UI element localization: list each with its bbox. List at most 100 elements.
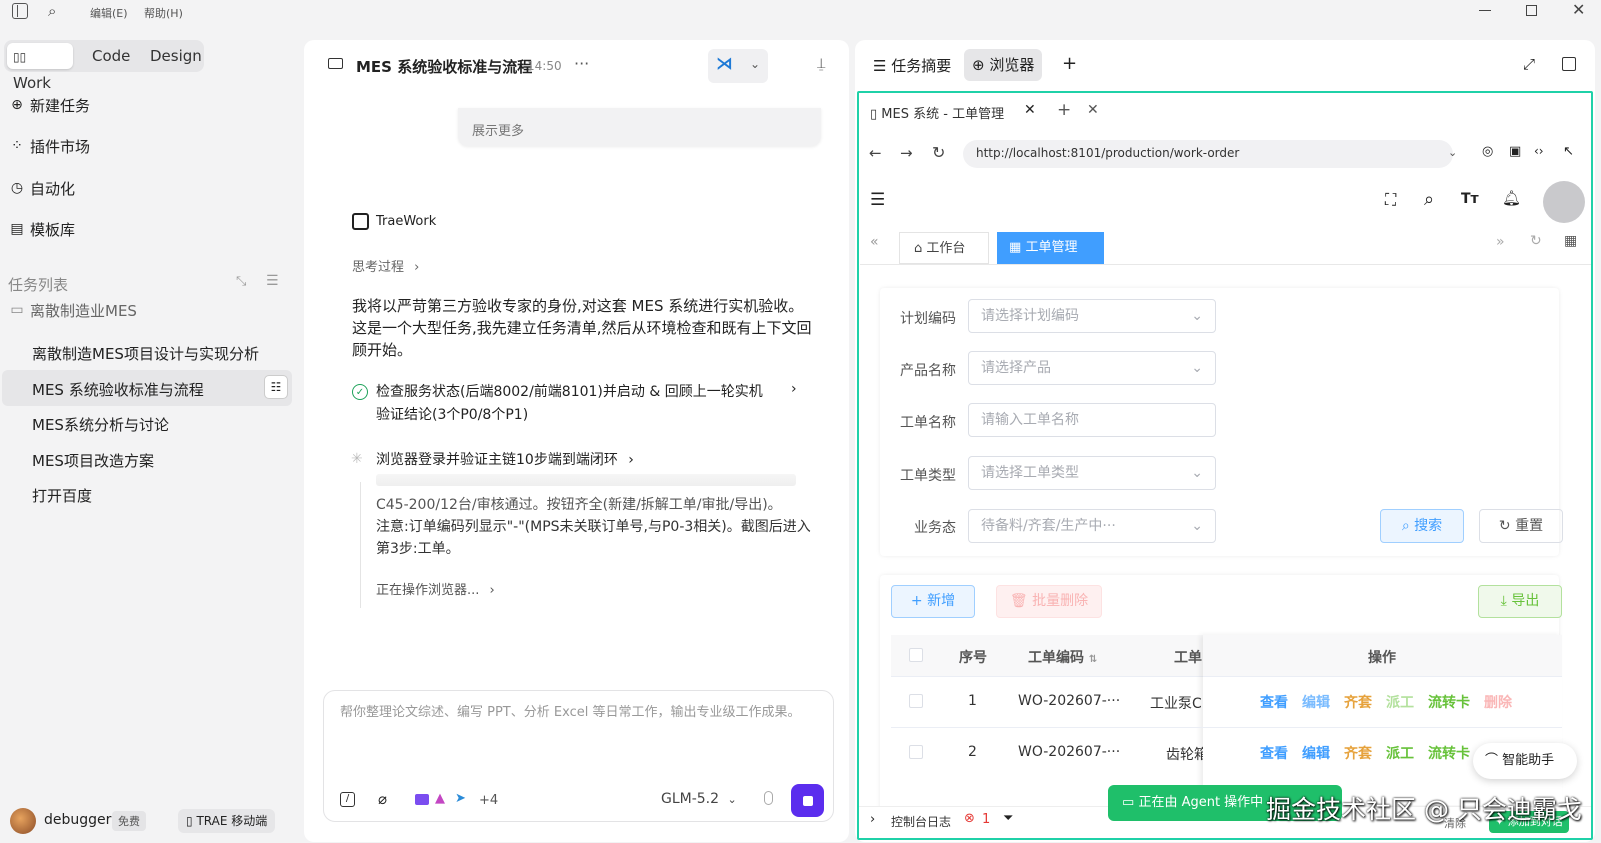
search-icon[interactable]: ⌕	[1424, 189, 1434, 210]
add-button[interactable]: + 新增	[891, 585, 975, 618]
maximize-icon[interactable]	[1526, 5, 1537, 16]
thinking-toggle[interactable]: 思考过程 ›	[352, 256, 419, 275]
nav-plugin-market[interactable]: ⁘ 插件市场	[8, 132, 90, 160]
scroll-left-icon[interactable]: «	[870, 234, 879, 250]
dispatch-link[interactable]: 派工	[1386, 695, 1414, 711]
view-link[interactable]: 查看	[1260, 695, 1288, 711]
chevron-right-icon[interactable]: ›	[791, 381, 797, 397]
screenshot-icon[interactable]: ▣	[1509, 144, 1521, 159]
model-select[interactable]: GLM-5.2 ⌄	[661, 791, 737, 807]
menu-help[interactable]: 帮助(H)	[144, 5, 183, 21]
attach-icon[interactable]: ⌀	[378, 790, 387, 808]
kit-link[interactable]: 齐套	[1344, 695, 1372, 711]
app-icon[interactable]: ➤	[455, 791, 466, 806]
export-button[interactable]: ⤓ 导出	[1478, 585, 1562, 618]
chat-input[interactable]: 帮你整理论文综述、编写 PPT、分析 Excel 等日常工作，输出专业级工作成果…	[340, 702, 810, 723]
app-tab-workbench[interactable]: ⌂ 工作台	[899, 232, 989, 264]
edit-link[interactable]: 编辑	[1302, 746, 1330, 762]
mic-icon[interactable]	[764, 791, 773, 805]
fullscreen-icon[interactable]: ⛶	[1385, 190, 1396, 210]
browser-tab[interactable]: ▯ MES 系统 - 工单管理	[870, 103, 1004, 122]
user-avatar[interactable]	[1543, 181, 1585, 223]
smart-assistant-button[interactable]: ⌒ 智能助手	[1473, 743, 1577, 779]
bell-icon[interactable]: 🔔︎	[1502, 189, 1521, 207]
mode-design[interactable]: Design	[144, 43, 208, 69]
edit-link[interactable]: 编辑	[1302, 695, 1330, 711]
chevron-down-icon[interactable]: ⌄	[750, 57, 760, 71]
business-status-select[interactable]: 待备料/齐套/生产中··· ⌄	[968, 509, 1216, 543]
chevron-right-icon[interactable]: ›	[870, 812, 875, 827]
dispatch-link[interactable]: 派工	[1386, 746, 1414, 762]
code-icon[interactable]: ‹›	[1534, 144, 1544, 158]
work-order-type-select[interactable]: 请选择工单类型 ⌄	[968, 456, 1216, 490]
row-checkbox[interactable]	[909, 745, 923, 759]
plan-code-select[interactable]: 请选择计划编码 ⌄	[968, 299, 1216, 333]
task-item[interactable]: 离散制造MES项目设计与实现分析	[32, 343, 259, 364]
delete-link[interactable]: 删除	[1484, 695, 1512, 711]
mode-code[interactable]: Code	[86, 43, 136, 69]
show-more-button[interactable]: 展示更多	[458, 108, 821, 146]
view-link[interactable]: 查看	[1260, 746, 1288, 762]
nav-automation[interactable]: ◷ 自动化	[8, 174, 75, 202]
task-folder[interactable]: ▭ 离散制造业MES	[8, 296, 137, 324]
collapse-icon[interactable]: ⤡	[236, 274, 246, 289]
close-browser-icon[interactable]: ✕	[1087, 102, 1099, 118]
flow-card-link[interactable]: 流转卡	[1428, 695, 1470, 711]
step-2[interactable]: 浏览器登录并验证主链10步端到端闭环 ›	[376, 449, 634, 469]
console-log-label[interactable]: 控制台日志	[891, 813, 951, 830]
tab-task-summary[interactable]: ☰ 任务摘要	[873, 55, 951, 76]
expand-icon[interactable]: ⤢	[1523, 55, 1535, 73]
menu-edit[interactable]: 编辑(E)	[90, 5, 128, 21]
col-header-code[interactable]: 工单编码 ⇅	[1028, 647, 1097, 667]
batch-delete-button[interactable]: 🗑︎ 批量删除	[996, 585, 1102, 618]
video-icon[interactable]	[415, 794, 429, 805]
forward-icon[interactable]: →	[900, 144, 913, 162]
step-1[interactable]: 检查服务状态(后端8002/前端8101)并启动 & 回顾上一轮实机验证结论(3…	[376, 381, 776, 427]
mobile-button[interactable]: ▯ TRAE 移动端	[178, 809, 276, 833]
refresh-tab-icon[interactable]: ↻	[1530, 233, 1542, 249]
close-icon[interactable]: ✕	[1572, 0, 1585, 19]
search-icon[interactable]: ⌕	[48, 2, 56, 20]
filter-icon[interactable]: ⏷	[1003, 811, 1013, 826]
app-tab-work-order[interactable]: ▦ 工单管理	[997, 232, 1104, 264]
chevron-down-icon[interactable]: ⌄	[1448, 146, 1457, 159]
work-order-name-input[interactable]: 请输入工单名称	[968, 403, 1216, 437]
tab-browser[interactable]: ⊕ 浏览器	[964, 49, 1043, 81]
select-all-checkbox[interactable]	[909, 648, 923, 662]
close-tab-icon[interactable]: ✕	[1024, 102, 1036, 118]
panel-layout-icon[interactable]	[1562, 57, 1576, 71]
pin-icon[interactable]: ⍊	[817, 56, 825, 72]
slash-command-icon[interactable]: /	[340, 792, 355, 807]
add-tab-icon[interactable]: +	[1062, 53, 1077, 74]
back-icon[interactable]: ←	[869, 144, 882, 162]
stop-button[interactable]	[791, 784, 824, 817]
task-item[interactable]: MES系统分析与讨论	[32, 414, 169, 435]
avatar[interactable]	[10, 808, 36, 834]
more-tools-count[interactable]: +4	[479, 793, 498, 808]
more-icon[interactable]: ···	[574, 54, 589, 73]
task-list-icon[interactable]: ☷	[264, 375, 288, 399]
nav-new-task[interactable]: ⊕ 新建任务	[8, 91, 90, 119]
filter-icon[interactable]: ☰	[266, 273, 279, 289]
grid-icon[interactable]: ▦	[1564, 233, 1577, 249]
pointer-icon[interactable]: ↖	[1563, 144, 1574, 159]
task-item-active[interactable]: MES 系统验收标准与流程	[32, 379, 204, 400]
task-item[interactable]: 打开百度	[32, 485, 92, 506]
minimize-icon[interactable]	[1479, 10, 1491, 11]
target-icon[interactable]: ◎	[1482, 144, 1493, 159]
hamburger-icon[interactable]: ☰	[870, 190, 885, 210]
font-size-icon[interactable]: Tт	[1461, 191, 1479, 207]
search-button[interactable]: ⌕ 搜索	[1380, 509, 1464, 543]
task-item[interactable]: MES项目改造方案	[32, 450, 154, 471]
mode-work[interactable]: ▯▯ Work	[7, 43, 73, 92]
scroll-right-icon[interactable]: »	[1496, 234, 1505, 250]
image-icon[interactable]: ▲	[435, 791, 445, 806]
nav-templates[interactable]: ▤ 模板库	[8, 215, 75, 243]
reset-button[interactable]: ↻ 重置	[1479, 509, 1563, 543]
kit-link[interactable]: 齐套	[1344, 746, 1372, 762]
product-select[interactable]: 请选择产品 ⌄	[968, 351, 1216, 385]
new-tab-icon[interactable]: +	[1057, 100, 1071, 120]
operating-status[interactable]: 正在操作浏览器... ›	[376, 579, 495, 598]
row-checkbox[interactable]	[909, 694, 923, 708]
sidebar-toggle-icon[interactable]	[12, 3, 28, 19]
